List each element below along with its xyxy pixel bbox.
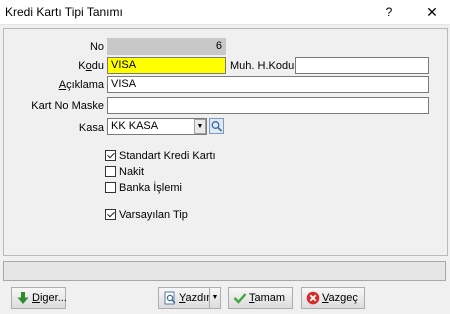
kart-no-maske-input[interactable] [107,97,429,114]
checkbox-checked [105,150,116,161]
kasa-label: Kasa [78,122,104,134]
cancel-icon [306,291,320,305]
kasa-dropdown-button[interactable]: ▼ [194,119,206,134]
diger-button[interactable]: Diger... [11,287,67,309]
yazdir-button[interactable]: Yazdır [158,287,210,309]
aciklama-label: Açıklama [58,79,104,91]
vazgec-button[interactable]: Vazgeç [301,287,365,309]
chevron-down-icon: ▼ [211,294,219,301]
aciklama-input[interactable]: VISA [107,76,429,93]
muh-kodu-label: Muh. H.Kodu [230,60,295,72]
checkbox-unchecked [105,182,116,193]
tamam-button[interactable]: Tamam [228,287,293,309]
kasa-lookup-button[interactable] [209,118,224,134]
banka-islemi-checkbox[interactable]: Banka İşlemi [105,182,182,196]
no-label: No [89,41,104,53]
muh-kodu-input[interactable] [295,57,429,74]
kodu-label: Kodu [78,60,104,72]
search-icon [211,121,223,132]
status-bar [3,261,446,281]
nakit-checkbox[interactable]: Nakit [105,166,144,180]
no-field: 6 [107,38,226,55]
help-button[interactable]: ? [374,0,404,24]
close-button[interactable]: ✕ [414,0,450,24]
yazdir-dropdown-button[interactable]: ▼ [209,287,221,309]
arrow-down-icon [17,292,29,304]
kart-no-maske-label: Kart No Maske [31,100,104,112]
window-title: Kredi Kartı Tipi Tanımı [5,5,123,19]
title-bar: Kredi Kartı Tipi Tanımı ? ✕ [0,0,450,25]
kasa-select[interactable]: KK KASA [107,118,207,135]
checkmark-icon [233,293,247,304]
kodu-input[interactable]: VISA [107,57,226,74]
varsayilan-tip-checkbox[interactable]: Varsayılan Tip [105,209,188,223]
form-panel: No 6 Kodu VISA Muh. H.Kodu Açıklama VISA… [3,28,448,256]
checkbox-unchecked [105,166,116,177]
print-preview-icon [164,291,176,305]
standart-kredi-karti-checkbox[interactable]: Standart Kredi Kartı [105,150,216,164]
checkbox-checked [105,209,116,220]
